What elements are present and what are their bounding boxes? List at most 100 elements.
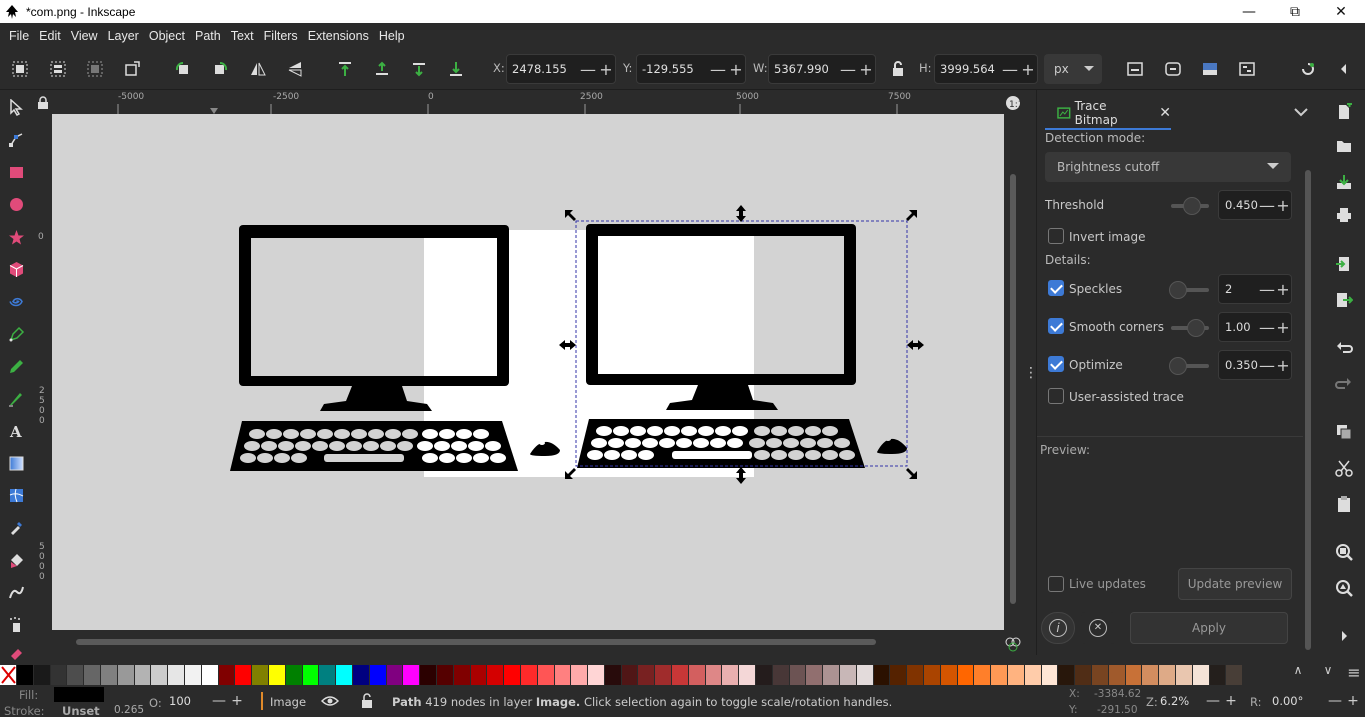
color-swatch[interactable] xyxy=(705,665,723,685)
color-swatch[interactable] xyxy=(285,665,303,685)
color-swatch[interactable] xyxy=(588,665,605,685)
h-decrement[interactable]: — xyxy=(1001,60,1019,79)
speckles-slider[interactable] xyxy=(1169,281,1209,299)
tab-close-icon[interactable]: ✕ xyxy=(1159,105,1171,121)
horizontal-ruler[interactable]: -5000 -2500 0 2500 5000 7500 xyxy=(52,90,1004,114)
palette-scroll-down-icon[interactable]: ∨ xyxy=(1317,663,1339,683)
apply-button[interactable]: Apply xyxy=(1130,612,1288,644)
pencil-icon[interactable] xyxy=(4,354,28,378)
color-swatch[interactable] xyxy=(268,665,286,685)
color-swatch[interactable] xyxy=(890,665,908,685)
color-swatch[interactable] xyxy=(571,665,589,685)
rotation-increment[interactable]: + xyxy=(1344,693,1362,709)
zoom-value[interactable]: 6.2% xyxy=(1154,694,1204,708)
layer-lock-icon[interactable] xyxy=(359,693,375,709)
color-swatch[interactable] xyxy=(67,665,85,685)
color-swatch[interactable] xyxy=(520,665,538,685)
color-swatch[interactable] xyxy=(1125,665,1143,685)
color-swatch[interactable] xyxy=(554,665,572,685)
stroke-value[interactable]: Unset xyxy=(62,704,100,717)
color-swatch[interactable] xyxy=(201,665,219,685)
maximize-button[interactable]: ⧉ xyxy=(1272,0,1318,23)
flip-horizontal-icon[interactable] xyxy=(246,57,270,81)
color-swatch[interactable] xyxy=(1226,665,1244,685)
w-increment[interactable]: + xyxy=(857,60,875,79)
speckles-decrement[interactable]: — xyxy=(1259,280,1275,299)
color-swatch[interactable] xyxy=(319,665,337,685)
canvas[interactable] xyxy=(52,114,1004,630)
traced-computer-right[interactable] xyxy=(577,224,907,468)
color-swatch[interactable] xyxy=(672,665,689,685)
optimize-decrement[interactable]: — xyxy=(1259,356,1275,375)
pen-icon[interactable] xyxy=(4,322,28,346)
live-updates-checkbox[interactable] xyxy=(1048,576,1064,592)
w-value[interactable]: 5367.990 xyxy=(769,62,839,76)
more-commands-icon[interactable] xyxy=(1332,624,1356,648)
zoom-increment[interactable]: + xyxy=(1222,693,1240,709)
color-swatch[interactable] xyxy=(336,665,353,685)
color-manage-icon[interactable] xyxy=(1005,636,1021,652)
scroll-thumb[interactable] xyxy=(1010,174,1016,604)
color-swatch[interactable] xyxy=(134,665,152,685)
opacity-field[interactable]: 100 — + xyxy=(164,690,246,712)
optimize-increment[interactable]: + xyxy=(1275,356,1291,375)
color-swatch[interactable] xyxy=(386,665,404,685)
color-swatch[interactable] xyxy=(1142,665,1160,685)
x-field[interactable]: 2478.155 — + xyxy=(506,54,616,84)
color-swatch[interactable] xyxy=(1192,665,1210,685)
text-tool-icon[interactable]: A xyxy=(4,418,28,442)
color-swatch[interactable] xyxy=(504,665,521,685)
scroll-thumb[interactable] xyxy=(76,639,876,645)
opacity-value[interactable]: 100 xyxy=(164,694,210,708)
save-icon[interactable] xyxy=(1332,170,1356,194)
smooth-corners-slider[interactable] xyxy=(1171,319,1209,337)
tab-trace-bitmap[interactable]: Trace Bitmap ✕ xyxy=(1045,98,1171,130)
color-swatch[interactable] xyxy=(739,665,757,685)
threshold-increment[interactable]: + xyxy=(1275,196,1291,215)
color-swatch[interactable] xyxy=(537,665,555,685)
optimize-label[interactable]: Optimize xyxy=(1069,358,1123,372)
color-swatch[interactable] xyxy=(621,665,639,685)
rotate-ccw-icon[interactable] xyxy=(171,57,195,81)
color-swatch[interactable] xyxy=(1041,665,1059,685)
rotation-decrement[interactable]: — xyxy=(1326,693,1344,709)
live-updates-label[interactable]: Live updates xyxy=(1069,577,1146,591)
color-swatch[interactable] xyxy=(50,665,68,685)
scale-stroke-icon[interactable] xyxy=(1123,57,1147,81)
opacity-increment[interactable]: + xyxy=(228,693,246,709)
user-assisted-trace-label[interactable]: User-assisted trace xyxy=(1069,390,1184,404)
color-swatch[interactable] xyxy=(907,665,925,685)
rotation-value[interactable]: 0.00° xyxy=(1262,694,1326,708)
menu-layer[interactable]: Layer xyxy=(103,29,144,43)
color-swatch[interactable] xyxy=(403,665,421,685)
slider-knob[interactable] xyxy=(1169,357,1187,375)
color-swatch[interactable] xyxy=(453,665,471,685)
color-swatch[interactable] xyxy=(33,665,51,685)
speckles-label[interactable]: Speckles xyxy=(1069,282,1122,296)
color-swatch[interactable] xyxy=(924,665,941,685)
redo-icon[interactable] xyxy=(1332,372,1356,396)
w-decrement[interactable]: — xyxy=(839,60,857,79)
threshold-decrement[interactable]: — xyxy=(1259,196,1275,215)
color-swatch[interactable] xyxy=(168,665,185,685)
color-swatch[interactable] xyxy=(974,665,992,685)
new-document-icon[interactable] xyxy=(1332,100,1356,124)
color-swatch[interactable] xyxy=(1175,665,1193,685)
color-swatch[interactable] xyxy=(1209,665,1227,685)
raise-to-top-icon[interactable] xyxy=(333,57,357,81)
export-icon[interactable] xyxy=(1332,288,1356,312)
move-patterns-icon[interactable] xyxy=(1235,57,1259,81)
detection-mode-select[interactable]: Brightness cutoff xyxy=(1045,152,1291,182)
color-swatch[interactable] xyxy=(688,665,706,685)
color-swatch[interactable] xyxy=(604,665,622,685)
gradient-icon[interactable] xyxy=(4,451,28,475)
color-swatch[interactable] xyxy=(638,665,656,685)
flip-vertical-icon[interactable] xyxy=(283,57,307,81)
color-swatch[interactable] xyxy=(840,665,857,685)
user-assisted-trace-checkbox[interactable] xyxy=(1048,388,1064,404)
invert-image-checkbox[interactable] xyxy=(1048,228,1064,244)
node-tool-icon[interactable] xyxy=(4,127,28,151)
rectangle-icon[interactable] xyxy=(4,160,28,184)
y-decrement[interactable]: — xyxy=(709,60,727,79)
spray-icon[interactable] xyxy=(4,612,28,636)
